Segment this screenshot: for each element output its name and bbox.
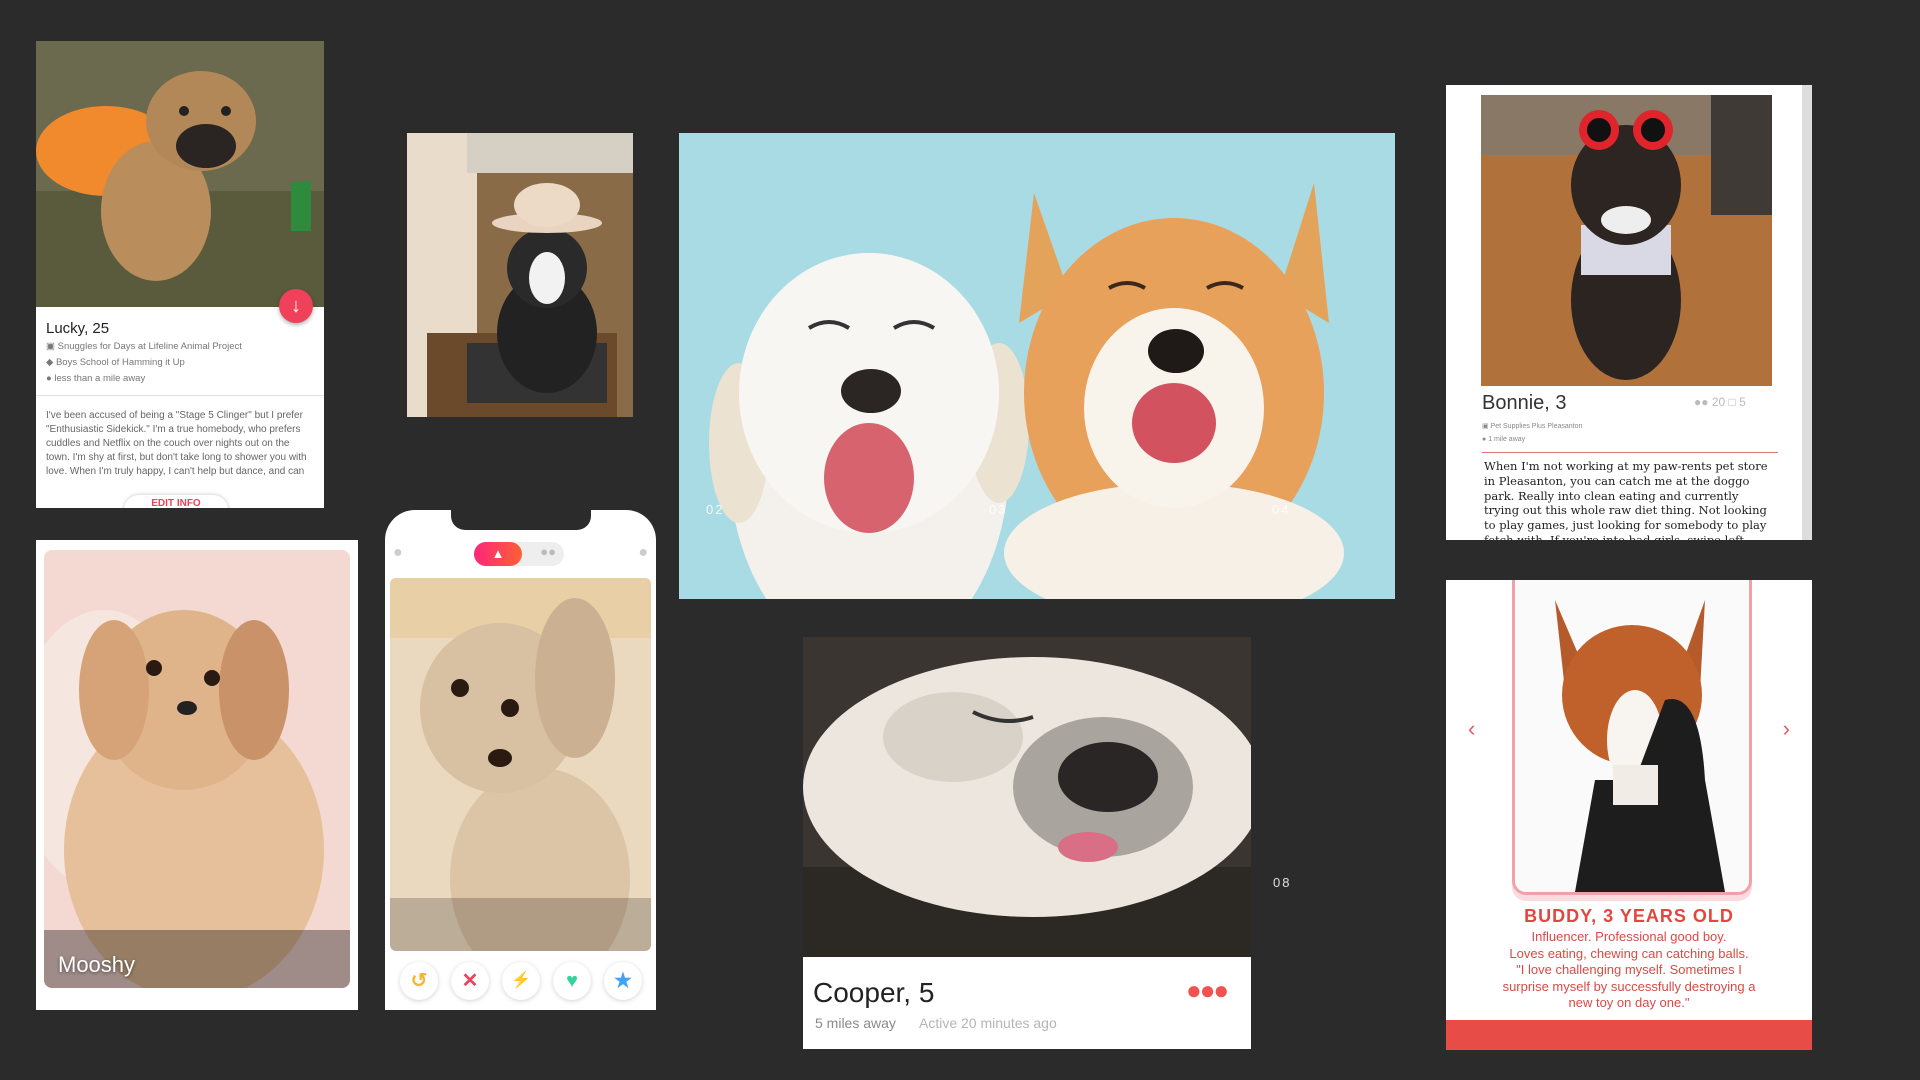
profile-icon[interactable]: ● (393, 544, 403, 562)
profile-distance-text: less than a mile away (54, 373, 146, 384)
nope-button[interactable]: ✕ (451, 962, 489, 1000)
profile-job-text: Snuggles for Days at Lifeline Animal Pro… (57, 341, 242, 352)
profile-distance-text: 1 mile away (1488, 436, 1526, 443)
bio-line: "I love challenging myself. Sometimes I (1516, 962, 1742, 977)
profile-bio: Influencer. Professional good boy. Loves… (1476, 929, 1782, 1012)
profile-bio: I've been accused of being a "Stage 5 Cl… (46, 410, 307, 477)
graduation-cap-icon: ◆ (46, 357, 56, 368)
bonnie-dog-photo (1481, 95, 1772, 386)
profile-name: Cooper, 5 (813, 977, 935, 1008)
flame-icon[interactable]: ▲ (474, 542, 522, 566)
slide-number-02: 02 (706, 502, 725, 517)
profile-title: BUDDY, 3 YEARS OLD (1524, 906, 1734, 926)
profile-bio: When I'm not working at my paw-rents pet… (1484, 459, 1768, 540)
next-arrow-icon[interactable]: › (1783, 716, 1790, 742)
profile-job: ▣ Pet Supplies Plus Pleasanton (1482, 422, 1582, 430)
briefcase-icon: ▣ (1482, 423, 1491, 430)
briefcase-icon: ▣ (46, 341, 58, 352)
mode-toggle[interactable]: ▲ ●● (474, 542, 564, 566)
bio-line: Loves eating, chewing can catching balls… (1509, 945, 1749, 961)
book-icon: □ (1728, 395, 1740, 409)
bio-line: Influencer. Professional good boy. (1531, 929, 1727, 944)
divider (1482, 452, 1778, 453)
lucky-profile-card: ↓ Lucky, 25 ▣ Snuggles for Days at Lifel… (36, 41, 324, 508)
phone-dog-photo[interactable] (390, 578, 651, 951)
divider (36, 395, 324, 396)
buddy-dog-photo (1512, 580, 1752, 895)
phone-notch (451, 510, 591, 530)
hat-dog-photo (407, 133, 633, 417)
profile-activity: Active 20 minutes ago (919, 1015, 1057, 1031)
slide-number-08: 08 (1273, 875, 1292, 890)
profile-job: ▣ Snuggles for Days at Lifeline Animal P… (46, 341, 242, 352)
profile-school: ◆ Boys School of Hamming it Up (46, 357, 185, 368)
mooshy-profile-card: Mooshy (36, 540, 358, 1010)
profile-distance: 5 miles away (815, 1015, 896, 1031)
group-icon[interactable]: ●● (540, 544, 556, 559)
rewind-button[interactable]: ↺ (400, 962, 438, 1000)
lucky-dog-photo (36, 41, 324, 307)
chat-icon[interactable]: ● (638, 544, 648, 562)
friends-count: 20 (1711, 395, 1726, 409)
profile-counts: ●● 20 □ 5 (1694, 395, 1746, 409)
bio-line: surprise myself by successfully destroyi… (1502, 978, 1756, 994)
cooper-profile-card: Cooper, 5 5 miles away Active 20 minutes… (803, 637, 1251, 1049)
collapse-profile-button[interactable]: ↓ (279, 289, 313, 323)
more-options-icon[interactable]: ●●● (1186, 975, 1229, 1006)
bio-line: new toy on day one." (1568, 995, 1690, 1010)
previous-arrow-icon[interactable]: ‹ (1468, 716, 1475, 742)
cooper-dog-photo (803, 637, 1251, 957)
phone-mockup: ● ▲ ●● ● ↺ ✕ ⚡ ♥ ★ (385, 510, 656, 1010)
super-like-button[interactable]: ★ (604, 962, 642, 1000)
friends-icon: ●● (1694, 395, 1712, 409)
profile-name: Bonnie, 3 (1482, 392, 1567, 414)
profile-distance: ● 1 mile away (1482, 436, 1525, 443)
scrollbar[interactable] (1802, 85, 1812, 540)
smiling-dogs-photo: 02 03 04 (679, 133, 1395, 599)
boost-button[interactable]: ⚡ (502, 962, 540, 1000)
likes-count: 5 (1739, 395, 1746, 409)
bonnie-profile-card: Bonnie, 3 ●● 20 □ 5 ▣ Pet Supplies Plus … (1446, 85, 1812, 540)
mooshy-dog-photo (44, 550, 350, 988)
buddy-profile-card: ‹ › BUDDY, 3 YEARS OLD Influencer. Profe… (1446, 580, 1812, 1050)
bottom-bar (1446, 1020, 1812, 1050)
slide-number-03: 03 (989, 502, 1008, 517)
edit-info-button[interactable]: EDIT INFO (124, 495, 228, 508)
profile-school-text: Boys School of Hamming it Up (55, 357, 185, 368)
like-button[interactable]: ♥ (553, 962, 591, 1000)
slide-number-04: 04 (1272, 502, 1291, 517)
profile-distance: ● less than a mile away (46, 373, 145, 384)
profile-name: Lucky, 25 (46, 320, 110, 337)
profile-name: Mooshy (58, 952, 136, 977)
profile-job-text: Pet Supplies Plus Pleasanton (1490, 423, 1583, 430)
